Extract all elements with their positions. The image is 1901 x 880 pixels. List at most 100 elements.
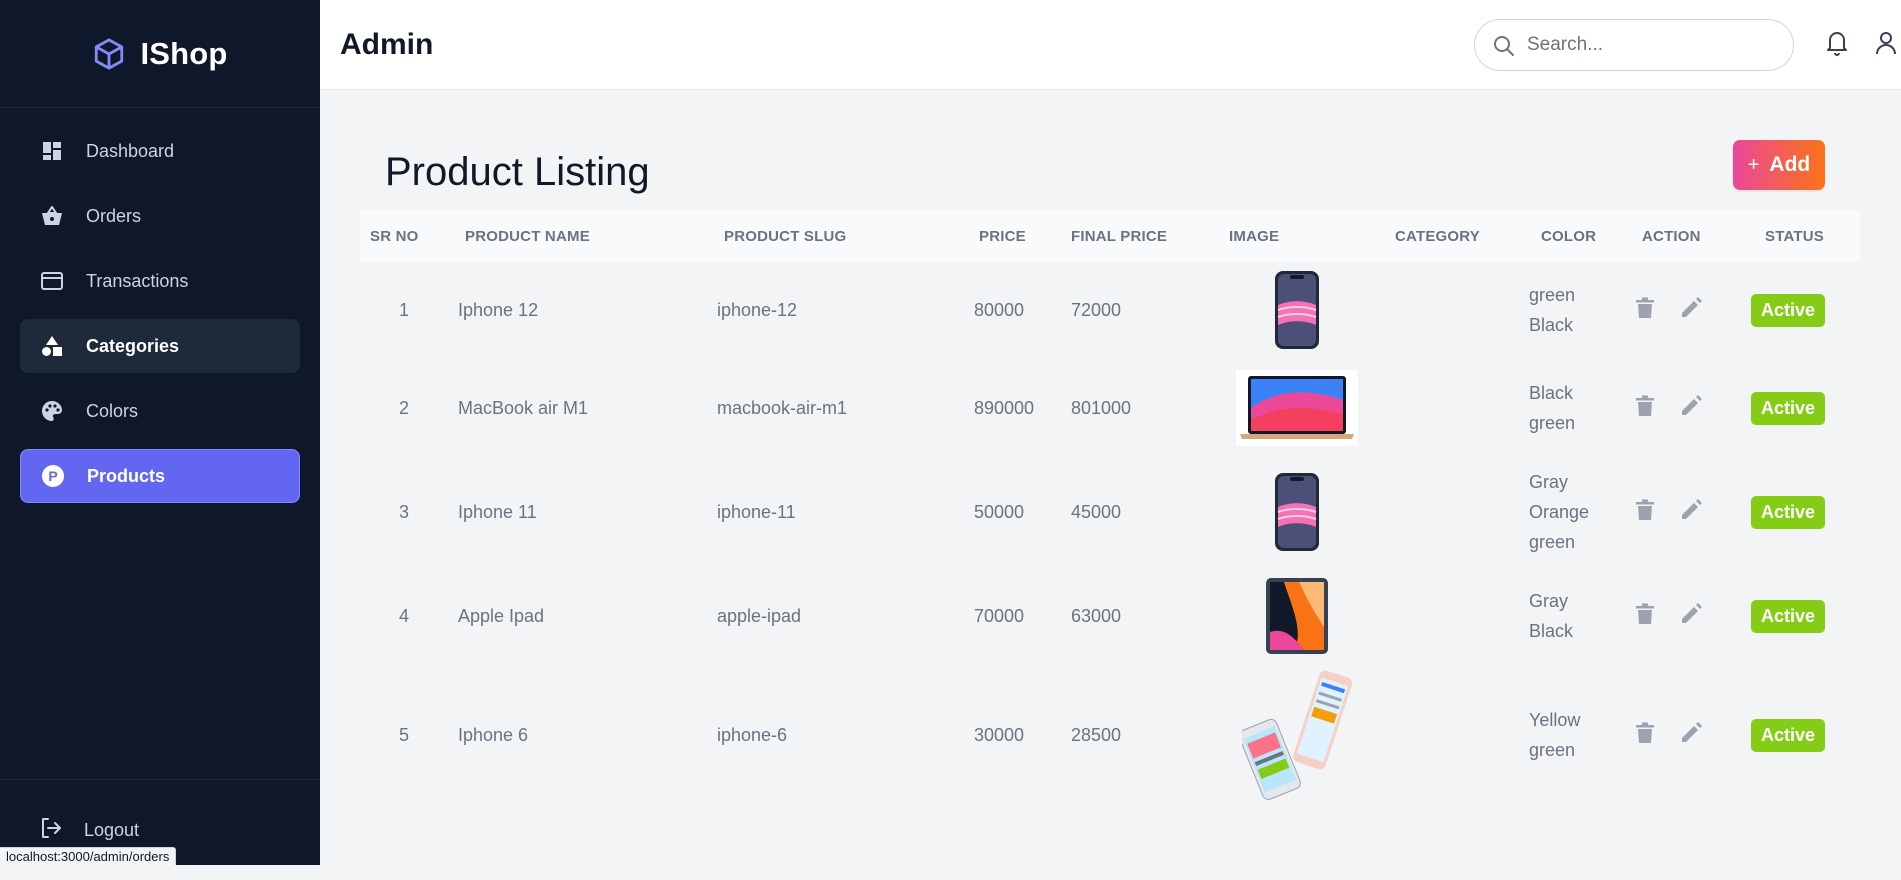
color-item: Yellow [1529,710,1581,730]
price-cell: 80000 [974,299,1025,320]
sidebar: IShop Dashboard Orders Transactions Cate… [0,0,320,865]
column-header: COLOR [1541,227,1597,245]
column-header: PRODUCT NAME [465,227,590,245]
category-cell [1380,665,1519,805]
action-cell [1626,567,1741,665]
product-slug-cell: macbook-air-m1 [717,397,848,418]
search-input[interactable] [1525,33,1775,57]
status-badge[interactable]: Active [1751,495,1826,529]
logout-button[interactable]: Logout [20,780,300,880]
sidebar-nav: Dashboard Orders Transactions Categories… [0,108,320,503]
color-cell: Gray Orange green [1519,457,1626,567]
sidebar-item-label: Orders [86,205,142,226]
column-header: STATUS [1765,227,1824,245]
edit-icon[interactable] [1680,721,1702,749]
plus-icon: + [1747,153,1760,176]
delete-icon[interactable] [1636,499,1654,526]
status-badge[interactable]: Active [1751,718,1826,752]
table-row[interactable]: 4 Apple Ipad apple-ipad 70000 63000 Gray… [360,567,1860,665]
page-title: Product Listing [385,150,650,194]
price-cell: 890000 [974,397,1035,418]
status-cell: Active [1741,665,1860,805]
sidebar-item-categories[interactable]: Categories [20,319,300,373]
sidebar-item-label: Categories [86,335,180,356]
add-button-label: Add [1769,153,1811,176]
column-header: PRICE [979,227,1026,245]
product-image-iphone6 [1224,670,1370,800]
category-cell [1380,457,1519,567]
status-badge[interactable]: Active [1751,293,1826,327]
status-bar-url: localhost:3000/admin/orders [0,847,177,865]
sr-cell: 5 [398,724,409,745]
image-cell [1214,567,1380,665]
sidebar-item-colors[interactable]: Colors [20,384,300,438]
final-price-cell: 72000 [1071,299,1122,320]
category-cell [1380,359,1519,457]
edit-icon[interactable] [1680,394,1702,422]
price-cell: 70000 [974,605,1025,626]
product-name-cell: Iphone 11 [458,501,537,522]
action-cell [1626,359,1741,457]
add-product-button[interactable]: + Add [1733,140,1825,190]
table-header-row: SR NO PRODUCT NAME PRODUCT SLUG PRICE FI… [360,211,1860,261]
card-icon [40,269,64,293]
table-row[interactable]: 5 Iphone 6 iphone-6 30000 28500 Yellow gr… [360,665,1860,805]
logout-label: Logout [84,819,140,840]
color-item: Gray [1529,472,1569,492]
column-header: PRODUCT SLUG [724,227,847,245]
user-icon[interactable] [1874,30,1898,61]
color-item: Black [1529,383,1574,403]
final-price-cell: 45000 [1071,501,1122,522]
color-item: Gray [1529,591,1569,611]
sidebar-item-products[interactable]: P Products [20,449,300,503]
column-header: SR NO [370,227,419,245]
edit-icon[interactable] [1680,296,1702,324]
price-cell: 50000 [974,501,1025,522]
category-cell [1380,567,1519,665]
delete-icon[interactable] [1636,395,1654,422]
product-name-cell: Iphone 12 [458,299,539,320]
status-badge[interactable]: Active [1751,599,1826,633]
sidebar-item-label: Dashboard [86,140,175,161]
sidebar-item-dashboard[interactable]: Dashboard [20,124,300,178]
sidebar-item-transactions[interactable]: Transactions [20,254,300,308]
image-cell [1214,457,1380,567]
table-row[interactable]: 2 MacBook air M1 macbook-air-m1 890000 8… [360,359,1860,457]
search-box[interactable] [1474,19,1794,71]
column-header: ACTION [1642,227,1701,245]
bell-icon[interactable] [1825,30,1849,61]
column-header: IMAGE [1229,227,1280,245]
color-cell: green Black [1519,261,1626,359]
color-item: green [1529,413,1576,433]
table-row[interactable]: 1 Iphone 12 iphone-12 80000 72000 green B… [360,261,1860,359]
product-slug-cell: iphone-11 [717,501,796,522]
final-price-cell: 801000 [1071,397,1132,418]
status-badge[interactable]: Active [1751,391,1826,425]
product-p-icon: P [41,464,65,488]
color-cell: Gray Black [1519,567,1626,665]
category-cell [1380,261,1519,359]
product-image-macbook [1224,370,1370,446]
product-name-cell: Apple Ipad [458,605,545,626]
color-item: green [1529,532,1576,552]
edit-icon[interactable] [1680,498,1702,526]
color-item: green [1529,740,1576,760]
delete-icon[interactable] [1636,297,1654,324]
sr-cell: 4 [398,605,409,626]
color-item: Black [1529,621,1574,641]
product-table: SR NO PRODUCT NAME PRODUCT SLUG PRICE FI… [360,211,1860,805]
edit-icon[interactable] [1680,602,1702,630]
sidebar-item-label: Colors [86,400,139,421]
product-slug-cell: iphone-12 [717,299,798,320]
image-cell [1214,359,1380,457]
sidebar-item-orders[interactable]: Orders [20,189,300,243]
product-image-iphone [1224,270,1370,350]
cube-logo-icon [92,36,126,72]
delete-icon[interactable] [1636,722,1654,749]
table-row[interactable]: 3 Iphone 11 iphone-11 50000 45000 Gray Or… [360,457,1860,567]
color-cell: Black green [1519,359,1626,457]
delete-icon[interactable] [1636,603,1654,630]
brand[interactable]: IShop [0,0,320,108]
basket-icon [40,204,64,228]
brand-name: IShop [140,35,228,71]
